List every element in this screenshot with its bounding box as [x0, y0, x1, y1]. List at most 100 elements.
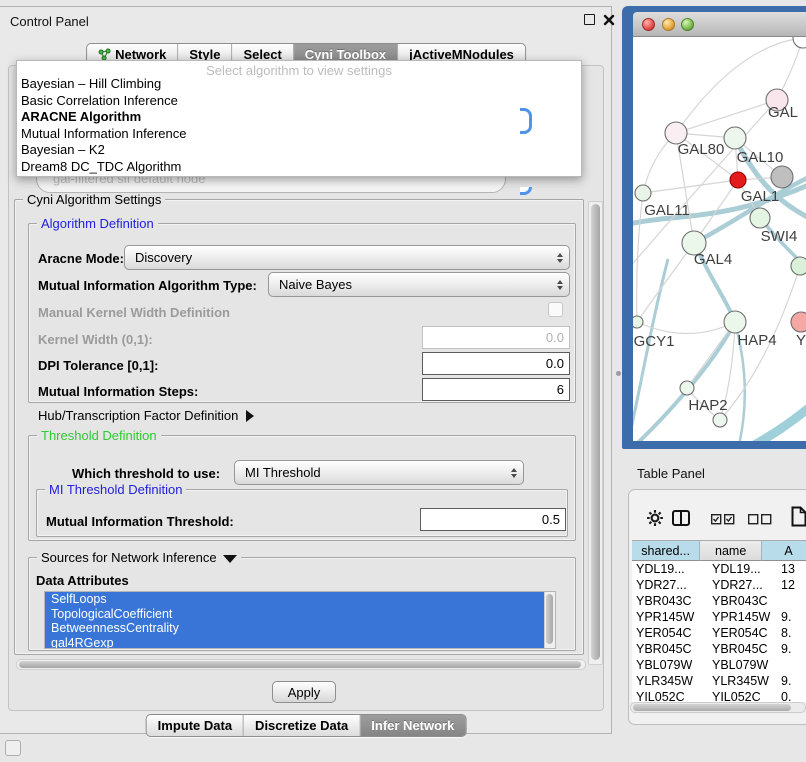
table-cell: YIL052C	[632, 689, 708, 702]
attribute-item-betweennesscentrality[interactable]: BetweennessCentrality	[45, 621, 555, 636]
select-all-checkboxes-icon[interactable]	[711, 514, 735, 525]
algorithm-definition-title: Algorithm Definition	[37, 216, 158, 231]
tab-label: Infer Network	[371, 718, 454, 733]
manual-kernel-checkbox[interactable]	[548, 302, 563, 317]
table-row[interactable]: YDR27...YDR27...12	[632, 577, 806, 593]
close-icon[interactable]	[603, 14, 615, 26]
network-node[interactable]	[793, 37, 806, 48]
table-row[interactable]: YBR045CYBR045C9.	[632, 641, 806, 657]
column-header-a[interactable]: A	[762, 540, 806, 561]
table-panel-title: Table Panel	[637, 466, 705, 481]
attribute-item-gal4rgexp[interactable]: gal4RGexp	[45, 636, 555, 650]
node-label-hap2: HAP2	[688, 397, 727, 414]
network-node[interactable]	[713, 413, 727, 427]
expander-arrow-icon	[246, 410, 254, 422]
table-cell: YBR043C	[632, 593, 708, 609]
network-node-hap4[interactable]	[724, 311, 746, 333]
float-window-icon[interactable]	[584, 14, 595, 25]
dpi-tolerance-field[interactable]: 0.0	[422, 352, 570, 375]
network-node-gal10[interactable]	[724, 127, 746, 149]
settings-vertical-scrollbar[interactable]	[588, 201, 603, 665]
combo-stepper-icon	[557, 253, 563, 263]
column-header-shared[interactable]: shared...	[632, 540, 700, 561]
which-threshold-label: Which threshold to use:	[72, 466, 220, 481]
hub-definition-expander[interactable]: Hub/Transcription Factor Definition	[38, 408, 254, 423]
table-cell: 9.	[777, 609, 806, 625]
control-panel-title: Control Panel	[10, 14, 89, 29]
dpi-tolerance-label: DPI Tolerance [0,1]:	[38, 358, 158, 373]
node-label-gal11: GAL11	[644, 202, 690, 219]
table-cell: YBR045C	[632, 641, 708, 657]
network-canvas[interactable]: GALGAL80GAL10GAL1GAL11SWI4GAL4GCY1HAP4YH…	[633, 37, 806, 441]
network-node[interactable]	[791, 257, 806, 275]
desktop: Control Panel NetworkStyleSelectCyni Too…	[0, 0, 806, 762]
algorithm-dropdown-prompt: Select algorithm to view settings	[17, 61, 581, 76]
deselect-all-checkboxes-icon[interactable]	[748, 514, 772, 525]
table-cell: 13	[777, 561, 806, 577]
mi-threshold-field[interactable]: 0.5	[420, 508, 566, 531]
table-row[interactable]: YDL19...YDL19...13	[632, 561, 806, 577]
algorithm-option-bayesian-k2[interactable]: Bayesian – K2	[17, 142, 581, 159]
algorithm-option-basic-correlation-inference[interactable]: Basic Correlation Inference	[17, 93, 581, 110]
aracne-mode-select[interactable]: Discovery	[124, 245, 570, 270]
attribute-item-topologicalcoefficient[interactable]: TopologicalCoefficient	[45, 607, 555, 622]
network-node-gal1[interactable]	[730, 172, 746, 188]
mi-type-select[interactable]: Naive Bayes	[268, 272, 570, 297]
network-node-hap2[interactable]	[680, 381, 694, 395]
table-cell: YER054C	[708, 625, 777, 641]
network-node-gcy1[interactable]	[633, 316, 643, 328]
close-traffic-light[interactable]	[642, 18, 655, 31]
algorithm-dropdown-list: Bayesian – Hill ClimbingBasic Correlatio…	[17, 76, 581, 175]
zoom-traffic-light[interactable]	[681, 18, 694, 31]
network-node-y[interactable]	[791, 312, 806, 332]
mi-type-value: Naive Bayes	[279, 277, 352, 292]
minimize-traffic-light[interactable]	[662, 18, 675, 31]
network-window-titlebar[interactable]	[633, 12, 806, 37]
network-node-swi4[interactable]	[750, 208, 770, 228]
table-cell: 0.	[777, 689, 806, 702]
algorithm-option-mutual-information-inference[interactable]: Mutual Information Inference	[17, 126, 581, 143]
tab-label: Discretize Data	[255, 718, 348, 733]
table-row[interactable]: YER054CYER054C8.	[632, 625, 806, 641]
node-label-hap4: HAP4	[737, 332, 776, 349]
node-label-swi4: SWI4	[761, 228, 798, 245]
column-header-name[interactable]: name	[700, 540, 762, 561]
table-row[interactable]: YLR345WYLR345W9.	[632, 673, 806, 689]
tab-impute-data[interactable]: Impute Data	[147, 715, 243, 736]
table-cell: YBR043C	[708, 593, 777, 609]
tab-discretize-data[interactable]: Discretize Data	[243, 715, 359, 736]
table-cell	[777, 593, 806, 609]
columns-icon[interactable]	[672, 510, 690, 526]
node-label-gal10: GAL10	[737, 149, 784, 166]
sources-group-title[interactable]: Sources for Network Inference	[37, 550, 241, 565]
table-cell: YPR145W	[708, 609, 777, 625]
gear-icon[interactable]	[646, 509, 664, 527]
export-table-icon[interactable]	[791, 506, 806, 527]
algorithm-option-aracne-algorithm[interactable]: ARACNE Algorithm	[17, 109, 581, 126]
table-row[interactable]: YBL079WYBL079W	[632, 657, 806, 673]
attribute-item-selfloops[interactable]: SelfLoops	[45, 592, 555, 607]
table-horizontal-scrollbar[interactable]	[630, 702, 806, 713]
node-label-y: Y	[796, 332, 806, 349]
apply-button[interactable]: Apply	[272, 681, 336, 703]
table-row[interactable]: YPR145WYPR145W9.	[632, 609, 806, 625]
kernel-width-field[interactable]: 0.0	[422, 326, 570, 349]
which-threshold-select[interactable]: MI Threshold	[234, 460, 524, 485]
splitter-handle[interactable]	[616, 371, 621, 376]
aracne-mode-value: Discovery	[135, 250, 192, 265]
network-node[interactable]	[771, 166, 793, 188]
manual-kernel-label: Manual Kernel Width Definition	[38, 305, 230, 320]
table-row[interactable]: YIL052CYIL052C0.	[632, 689, 806, 702]
algorithm-option-dream8-dc-tdc-algorithm[interactable]: Dream8 DC_TDC Algorithm	[17, 159, 581, 176]
algorithm-option-bayesian-hill-climbing[interactable]: Bayesian – Hill Climbing	[17, 76, 581, 93]
tab-infer-network[interactable]: Infer Network	[359, 715, 465, 736]
table-row[interactable]: YBR043CYBR043C	[632, 593, 806, 609]
mi-steps-field[interactable]: 6	[422, 378, 570, 401]
table-cell: 8.	[777, 625, 806, 641]
network-node-gal11[interactable]	[635, 185, 651, 201]
settings-horizontal-scrollbar[interactable]	[16, 659, 586, 670]
table-cell: YDL19...	[632, 561, 708, 577]
collapsed-panel-button[interactable]	[5, 740, 21, 756]
list-vertical-scrollbar[interactable]	[544, 592, 555, 648]
algorithm-dropdown: Select algorithm to view settings Bayesi…	[16, 60, 582, 177]
